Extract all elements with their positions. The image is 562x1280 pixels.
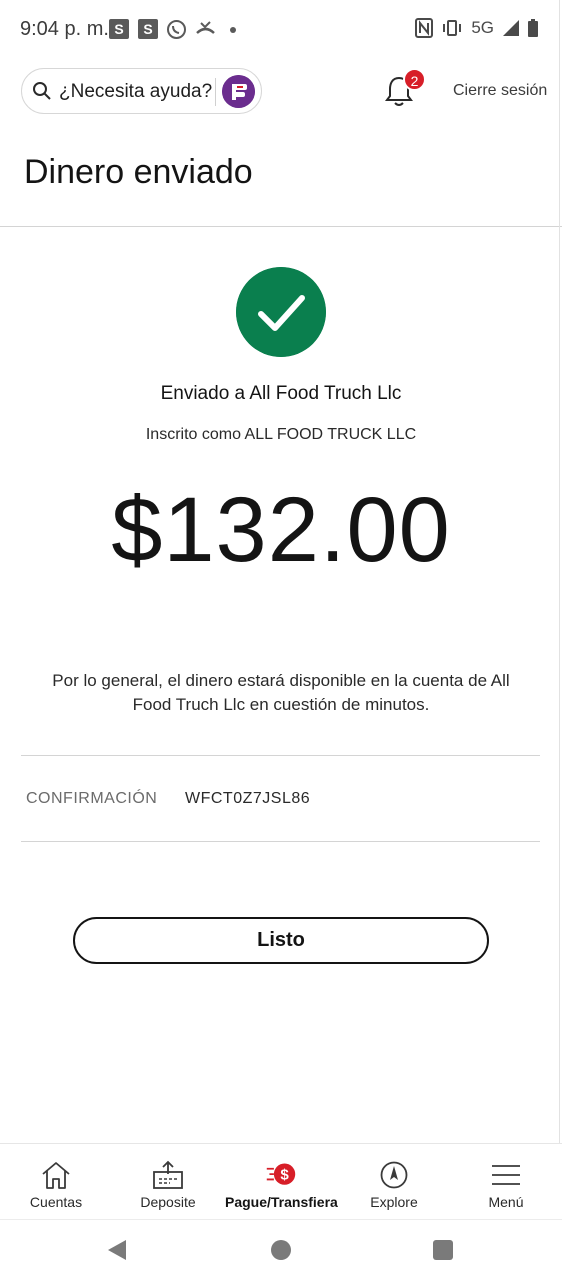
bottom-nav: Cuentas Deposite $ Pague/Transfiera Expl… bbox=[0, 1143, 562, 1219]
nav-explore[interactable]: Explore bbox=[338, 1144, 450, 1220]
search-icon bbox=[33, 82, 51, 100]
divider bbox=[21, 755, 540, 756]
nav-menu[interactable]: Menú bbox=[450, 1144, 562, 1220]
done-button[interactable]: Listo bbox=[73, 917, 489, 964]
system-nav-bar bbox=[0, 1219, 562, 1280]
nav-label: Deposite bbox=[140, 1194, 196, 1210]
network-type: 5G bbox=[471, 18, 494, 37]
vibrate-icon bbox=[443, 20, 462, 36]
nav-deposit[interactable]: Deposite bbox=[112, 1144, 224, 1220]
app-s-icon: S bbox=[138, 19, 158, 39]
deposit-icon bbox=[153, 1160, 183, 1189]
home-icon bbox=[42, 1162, 70, 1189]
app-s-icon: S bbox=[109, 19, 129, 39]
recents-icon[interactable] bbox=[433, 1240, 453, 1260]
confirmation-code: WFCT0Z7JSL86 bbox=[185, 790, 311, 807]
nav-label: Pague/Transfiera bbox=[225, 1194, 338, 1210]
pay-transfer-icon: $ bbox=[266, 1163, 296, 1185]
success-check-icon bbox=[236, 267, 326, 357]
header-divider bbox=[0, 226, 562, 227]
signal-icon bbox=[503, 20, 519, 36]
nav-label: Menú bbox=[488, 1194, 524, 1210]
status-time: 9:04 p. m. bbox=[20, 18, 109, 40]
help-placeholder: ¿Necesita ayuda? bbox=[59, 81, 213, 102]
logout-link[interactable]: Cierre sesión bbox=[453, 82, 547, 100]
compass-icon bbox=[380, 1161, 408, 1189]
nav-accounts[interactable]: Cuentas bbox=[0, 1144, 112, 1220]
divider bbox=[215, 78, 216, 106]
page-title: Dinero enviado bbox=[24, 153, 253, 191]
menu-icon bbox=[492, 1165, 520, 1185]
back-icon[interactable] bbox=[107, 1239, 127, 1261]
notification-dot-icon bbox=[230, 27, 236, 33]
nav-label: Cuentas bbox=[29, 1194, 83, 1210]
nfc-icon bbox=[415, 18, 434, 38]
battery-icon bbox=[528, 19, 538, 37]
whatsapp-icon bbox=[167, 20, 186, 39]
nav-pay-transfer[interactable]: $ Pague/Transfiera bbox=[225, 1144, 338, 1220]
svg-text:$: $ bbox=[280, 1166, 289, 1183]
enrolled-name: Inscrito como ALL FOOD TRUCK LLC bbox=[145, 426, 417, 443]
availability-notice: Por lo general, el dinero estará disponi… bbox=[52, 671, 510, 714]
edge-divider bbox=[559, 0, 560, 1280]
status-bar: 9:04 p. m. S S 5G bbox=[0, 0, 562, 60]
amount: $132.00 bbox=[111, 479, 451, 581]
fargo-assistant-icon[interactable] bbox=[222, 75, 255, 108]
status-icons: 5G bbox=[415, 18, 538, 38]
divider bbox=[21, 841, 540, 842]
notification-badge: 2 bbox=[403, 68, 426, 91]
nav-label: Explore bbox=[370, 1194, 418, 1210]
help-search-pill[interactable]: ¿Necesita ayuda? bbox=[21, 68, 262, 114]
recipient-name: Enviado a All Food Truch Llc bbox=[160, 383, 402, 404]
missed-call-icon bbox=[196, 21, 215, 34]
home-button-icon[interactable] bbox=[271, 1240, 291, 1260]
confirmation-label: CONFIRMACIÓN bbox=[26, 790, 158, 807]
